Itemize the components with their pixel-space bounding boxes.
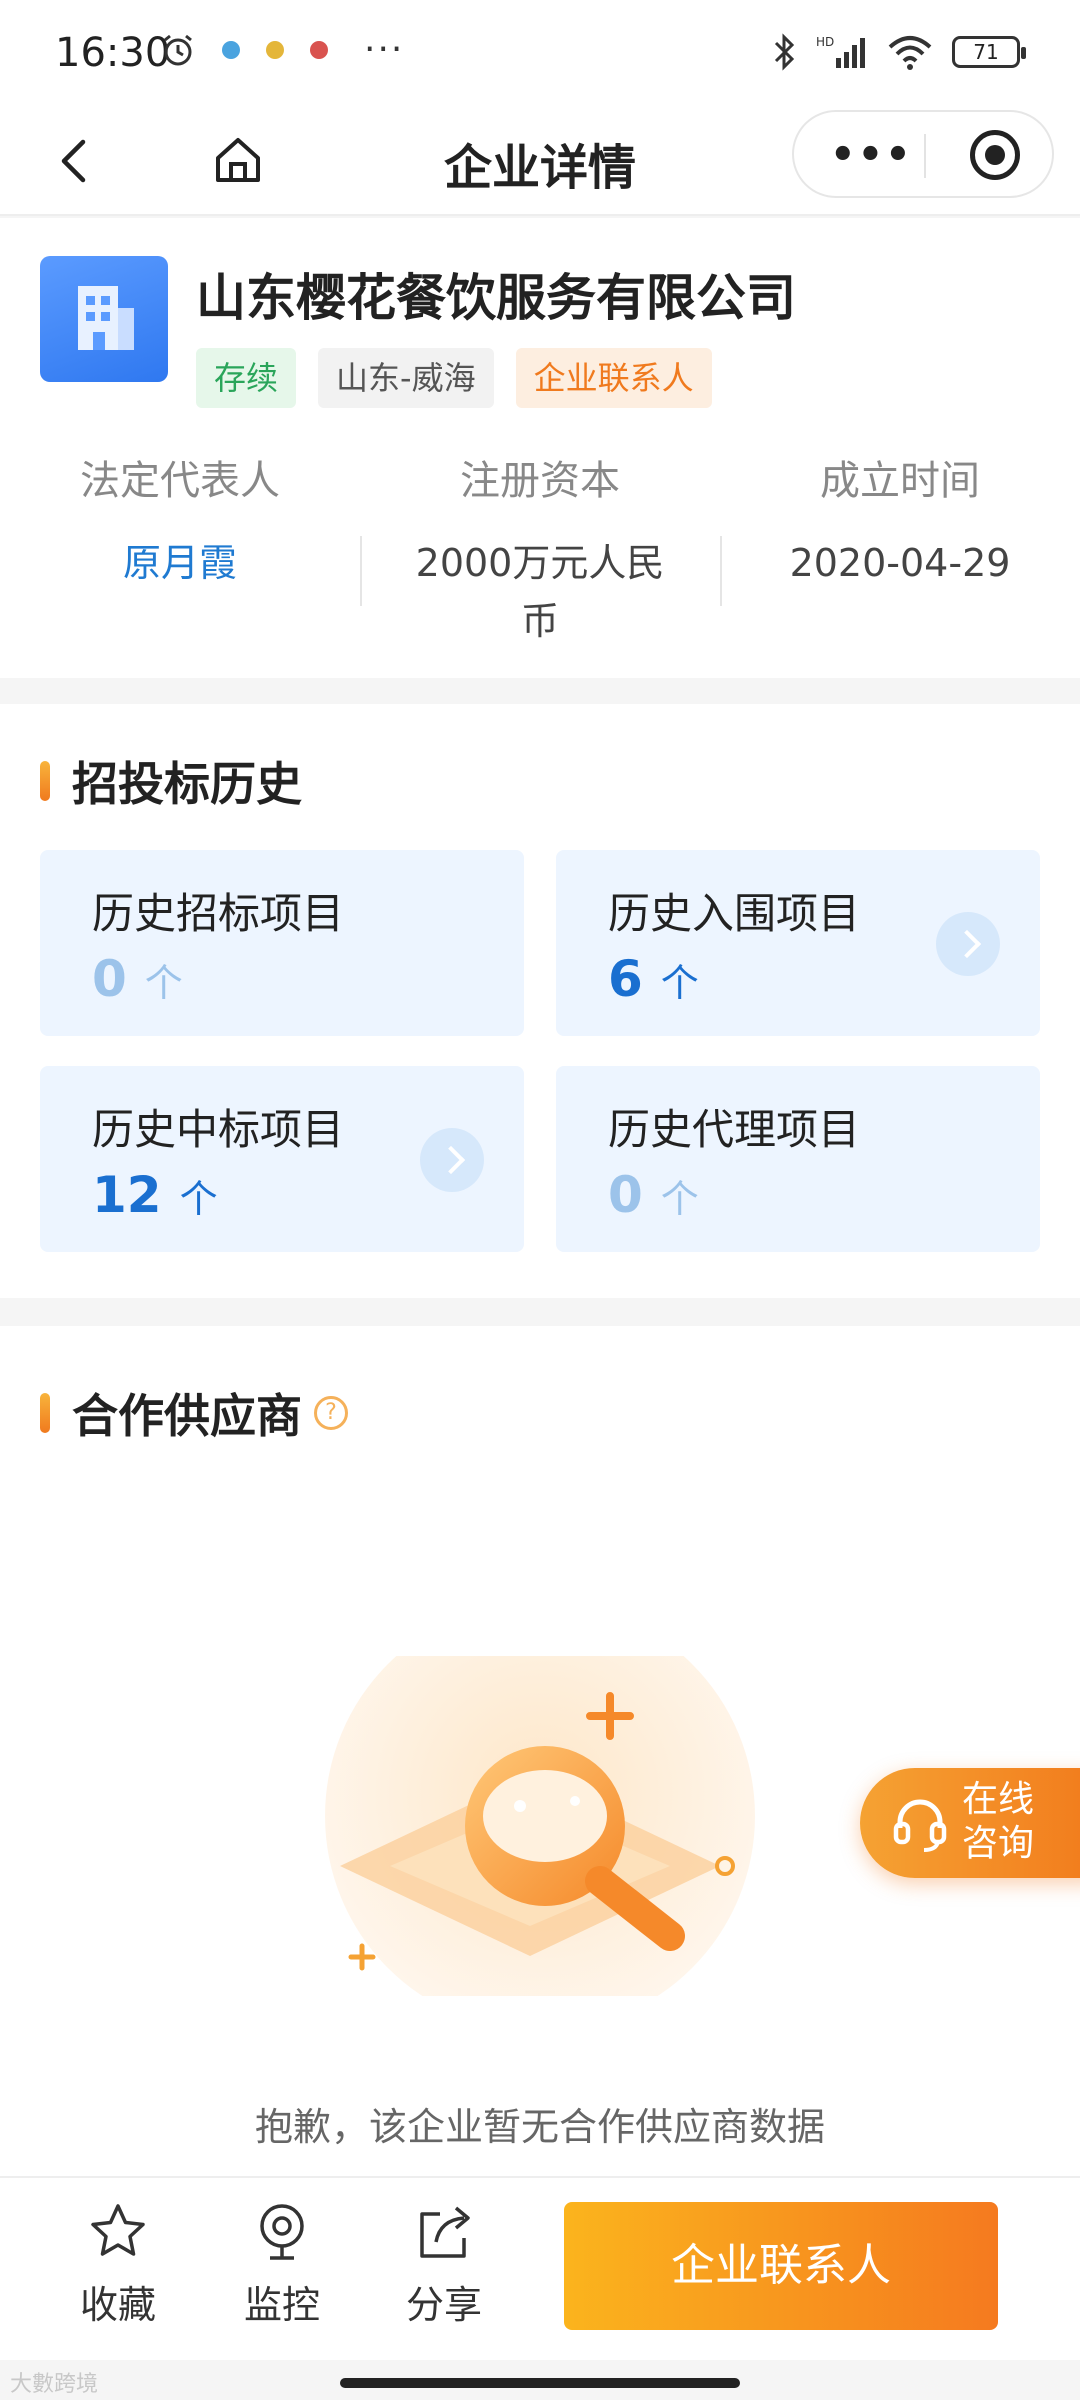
section-accent-bar — [40, 1393, 50, 1433]
card-won-projects[interactable]: 历史中标项目 12 个 — [40, 1066, 524, 1252]
online-consult-button[interactable]: 在线咨询 — [860, 1768, 1080, 1878]
battery-level: 71 — [973, 40, 999, 64]
card-title: 历史代理项目 — [608, 1105, 861, 1154]
empty-state-text: 抱歉，该企业暂无合作供应商数据 — [254, 2105, 825, 2149]
count-value: 0 — [608, 1166, 643, 1224]
status-right-icons: HD 71 — [772, 32, 1026, 72]
count-value: 6 — [608, 950, 643, 1008]
favorite-label: 收藏 — [79, 2283, 156, 2327]
monitor-button[interactable]: 监控 — [222, 2200, 342, 2329]
camera-monitor-icon — [260, 2204, 304, 2260]
status-bar: 16:30 ··· HD 71 — [0, 0, 1080, 110]
favorite-button[interactable]: 收藏 — [58, 2200, 178, 2329]
card-count: 0个 — [608, 1166, 699, 1224]
card-tender-projects: 历史招标项目 0个 — [40, 850, 524, 1036]
home-indicator[interactable] — [340, 2378, 740, 2388]
app-notification-icon — [266, 41, 284, 59]
chevron-right-icon[interactable] — [420, 1128, 484, 1192]
more-notifications-icon: ··· — [364, 29, 405, 70]
card-shortlisted-projects[interactable]: 历史入围项目 6个 — [556, 850, 1040, 1036]
capsule-divider — [924, 134, 926, 178]
info-value: 2020-04-29 — [789, 541, 1011, 585]
consult-label: 在线咨询 — [962, 1779, 1035, 1864]
alarm-icon — [164, 34, 192, 66]
company-contacts-button[interactable]: 企业联系人 — [564, 2202, 998, 2330]
mini-program-capsule: ••• — [792, 110, 1054, 198]
count-value: 0 — [92, 950, 127, 1008]
contact-badge[interactable]: 企业联系人 — [515, 348, 712, 408]
company-header: 山东樱花餐饮服务有限公司 存续 山东-威海 企业联系人 法定代表人 原月霞 注册… — [0, 218, 1080, 678]
info-label: 注册资本 — [460, 458, 620, 504]
card-count: 0个 — [92, 950, 183, 1008]
status-time: 16:30 — [55, 30, 171, 76]
share-icon — [420, 2206, 470, 2258]
status-left-icons: ··· — [160, 32, 404, 68]
card-title: 历史入围项目 — [608, 889, 861, 938]
bidding-cards: 历史招标项目 0个 历史入围项目 6个 历史中标项目 12 个 历史代理项目 0个 — [40, 850, 1040, 1252]
section-accent-bar — [40, 761, 50, 801]
company-info-row: 法定代表人 原月霞 注册资本 2000万元人民币 成立时间 2020-04-29 — [0, 448, 1080, 650]
card-count: 6个 — [608, 950, 699, 1008]
svg-text:HD: HD — [816, 35, 834, 49]
empty-state-illustration — [325, 1656, 755, 1996]
signal-icon: HD — [816, 35, 865, 68]
suppliers-section: 合作供应商 ? 抱歉，该企业暂无合作供应商数据 — [0, 1326, 1080, 2176]
company-logo — [40, 256, 168, 382]
info-label: 成立时间 — [820, 458, 980, 504]
section-title: 合作供应商 ? — [40, 1380, 348, 1446]
watermark: 大數跨境 — [10, 2372, 99, 2397]
share-label: 分享 — [405, 2283, 482, 2327]
more-menu-button[interactable]: ••• — [830, 132, 913, 178]
headset-icon — [893, 1799, 947, 1852]
app-notification-icon — [222, 41, 240, 59]
section-title-text: 招投标历史 — [72, 757, 302, 811]
card-title: 历史招标项目 — [92, 889, 345, 938]
info-founded: 成立时间 2020-04-29 — [720, 448, 1080, 650]
info-legal-rep: 法定代表人 原月霞 — [0, 448, 360, 650]
wifi-icon — [888, 36, 932, 70]
count-value: 12 — [92, 1166, 162, 1224]
bluetooth-icon — [774, 33, 795, 71]
share-button[interactable]: 分享 — [384, 2200, 504, 2329]
info-label: 法定代表人 — [80, 458, 280, 504]
home-indicator-area — [0, 2360, 1080, 2400]
app-notification-icon — [310, 41, 328, 59]
info-capital: 注册资本 2000万元人民币 — [360, 448, 720, 650]
status-badge: 存续 — [196, 348, 297, 408]
region-badge: 山东-威海 — [318, 348, 494, 408]
building-icon — [78, 286, 134, 350]
bottom-action-bar: 收藏 监控 分享 企业联系人 — [0, 2176, 1080, 2360]
section-title: 招投标历史 — [40, 748, 302, 814]
legal-rep-link[interactable]: 原月霞 — [0, 534, 360, 592]
count-unit: 个 — [179, 1177, 218, 1221]
card-title: 历史中标项目 — [92, 1105, 345, 1154]
info-value: 2000万元人民币 — [415, 541, 665, 643]
bidding-history-section: 招投标历史 历史招标项目 0个 历史入围项目 6个 历史中标项目 12 个 历史代… — [0, 704, 1080, 1298]
close-miniprogram-icon[interactable] — [970, 130, 1020, 180]
star-icon — [91, 2204, 145, 2256]
company-name: 山东樱花餐饮服务有限公司 — [196, 269, 796, 327]
count-unit: 个 — [660, 1177, 699, 1221]
card-count: 12 个 — [92, 1166, 218, 1224]
section-title-text: 合作供应商 — [72, 1389, 302, 1443]
help-icon[interactable]: ? — [314, 1396, 348, 1430]
card-agent-projects: 历史代理项目 0个 — [556, 1066, 1040, 1252]
chevron-right-icon[interactable] — [936, 912, 1000, 976]
count-unit: 个 — [144, 961, 183, 1005]
battery-icon: 71 — [952, 36, 1026, 68]
company-tags: 存续 山东-威海 企业联系人 — [196, 348, 712, 408]
monitor-label: 监控 — [243, 2283, 320, 2327]
nav-bar: 企业详情 ••• — [0, 110, 1080, 216]
count-unit: 个 — [660, 961, 699, 1005]
